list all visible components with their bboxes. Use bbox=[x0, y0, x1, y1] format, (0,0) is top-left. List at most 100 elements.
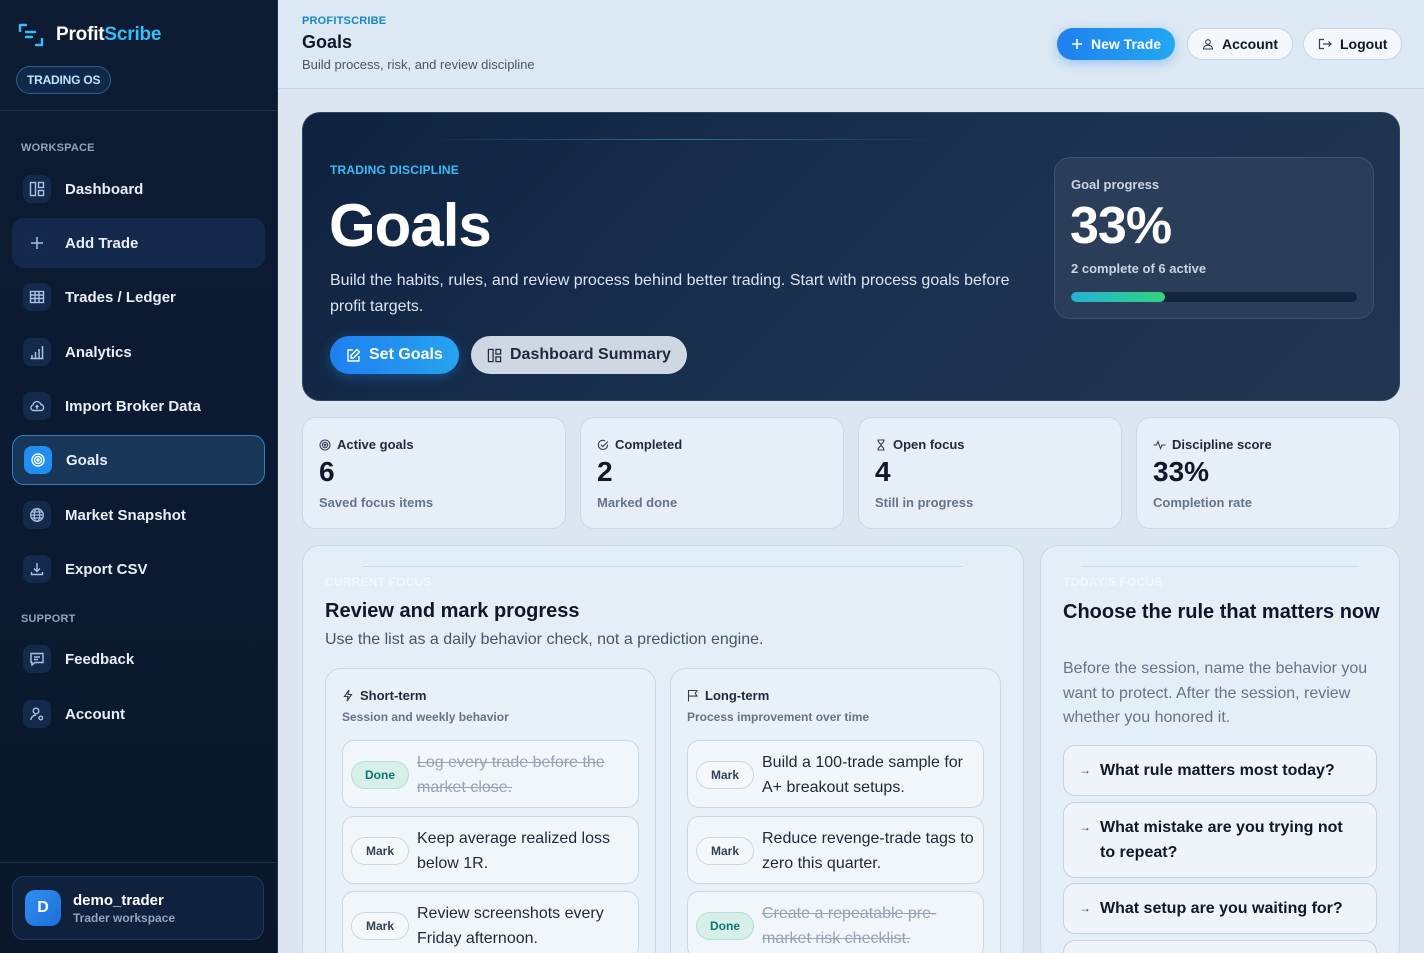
hero-description: Build the habits, rules, and review proc… bbox=[330, 272, 1010, 315]
todays-focus-kicker: TODAY'S FOCUS bbox=[1063, 575, 1163, 589]
sidebar-item-account[interactable]: Account bbox=[12, 689, 265, 739]
stat-value: 33% bbox=[1153, 456, 1210, 487]
goal-mark-button[interactable]: Mark bbox=[696, 761, 754, 789]
sidebar-divider bbox=[0, 862, 277, 863]
brand-logo-icon bbox=[18, 22, 44, 48]
sidebar-item-label: Import Broker Data bbox=[65, 397, 201, 415]
review-kicker: CURRENT FOCUS bbox=[325, 575, 432, 589]
goal-item: Done Log every trade before the market c… bbox=[342, 740, 639, 808]
stat-open-focus: Open focus 4 Still in progress bbox=[858, 417, 1122, 529]
sidebar-item-label: Export CSV bbox=[65, 560, 148, 578]
hourglass-icon bbox=[875, 438, 887, 451]
sidebar-item-goals[interactable]: Goals bbox=[12, 435, 265, 485]
goal-mark-button[interactable]: Mark bbox=[696, 837, 754, 865]
goal-item: Mark Keep average realized loss below 1R… bbox=[342, 816, 639, 884]
goal-text: Reduce revenge-trade tags to zero this q… bbox=[762, 830, 974, 872]
page-title: Goals bbox=[302, 32, 353, 52]
focus-prompt[interactable] bbox=[1063, 940, 1377, 953]
goal-progress-card: Goal progress 33% 2 complete of 6 active bbox=[1054, 157, 1374, 319]
section-workspace-label: WORKSPACE bbox=[21, 142, 95, 154]
goal-text: Keep average realized loss below 1R. bbox=[417, 830, 611, 872]
sidebar-item-analytics[interactable]: Analytics bbox=[12, 327, 265, 377]
focus-prompt[interactable]: → What mistake are you trying not to rep… bbox=[1063, 802, 1377, 878]
review-description: Use the list as a daily behavior check, … bbox=[325, 631, 764, 648]
account-label: Account bbox=[1222, 36, 1278, 52]
globe-icon bbox=[23, 501, 51, 529]
review-panel: CURRENT FOCUS Review and mark progress U… bbox=[302, 545, 1024, 953]
goal-done-button[interactable]: Done bbox=[351, 761, 409, 789]
sidebar-item-feedback[interactable]: Feedback bbox=[12, 634, 265, 684]
dashboard-summary-button[interactable]: Dashboard Summary bbox=[471, 336, 687, 374]
sidebar-item-market-snapshot[interactable]: Market Snapshot bbox=[12, 490, 265, 540]
user-subtitle: Trader workspace bbox=[73, 910, 176, 925]
user-icon bbox=[1202, 38, 1214, 50]
new-trade-label: New Trade bbox=[1091, 36, 1162, 52]
stat-value: 2 bbox=[597, 456, 613, 487]
sidebar-item-label: Market Snapshot bbox=[65, 506, 186, 524]
hero-panel: TRADING DISCIPLINE Goals Build the habit… bbox=[302, 112, 1400, 401]
stat-sub: Still in progress bbox=[875, 495, 974, 510]
flag-icon bbox=[687, 689, 699, 702]
account-button[interactable]: Account bbox=[1187, 28, 1293, 60]
logout-icon bbox=[1318, 38, 1332, 50]
user-card[interactable]: D demo_trader Trader workspace bbox=[12, 876, 264, 940]
breadcrumb: PROFITSCRIBE bbox=[302, 15, 387, 27]
stat-value: 6 bbox=[319, 456, 335, 487]
column-subtitle: Session and weekly behavior bbox=[342, 710, 509, 724]
set-goals-label: Set Goals bbox=[369, 346, 443, 363]
logout-label: Logout bbox=[1340, 36, 1388, 52]
cloud-upload-icon bbox=[23, 392, 51, 420]
sidebar-item-label: Dashboard bbox=[65, 180, 144, 198]
goal-progress-value: 33% bbox=[1070, 197, 1172, 255]
brand-name: ProfitScribe bbox=[56, 24, 162, 45]
todays-focus-title: Choose the rule that matters now bbox=[1063, 601, 1380, 623]
stat-completed: Completed 2 Marked done bbox=[580, 417, 844, 529]
sidebar-item-trades-ledger[interactable]: Trades / Ledger bbox=[12, 272, 265, 322]
goal-text: Log every trade before the market close. bbox=[417, 754, 605, 796]
panel-divider bbox=[363, 566, 963, 567]
sidebar-item-add-trade[interactable]: Add Trade bbox=[12, 218, 265, 268]
goal-done-button[interactable]: Done bbox=[696, 912, 754, 940]
edit-icon bbox=[346, 348, 361, 363]
goal-item: Mark Build a 100-trade sample for A+ bre… bbox=[687, 740, 984, 808]
focus-prompt[interactable]: → What setup are you waiting for? bbox=[1063, 883, 1377, 934]
target-icon bbox=[319, 438, 331, 451]
table-icon bbox=[23, 283, 51, 311]
sidebar-divider bbox=[0, 110, 277, 111]
goal-mark-button[interactable]: Mark bbox=[351, 837, 409, 865]
sidebar-item-label: Account bbox=[65, 705, 125, 723]
set-goals-button[interactable]: Set Goals bbox=[330, 336, 459, 374]
target-icon bbox=[24, 446, 52, 474]
goal-item: Done Create a repeatable pre-market risk… bbox=[687, 891, 984, 953]
focus-prompt-text: What mistake are you trying not to repea… bbox=[1100, 819, 1343, 861]
logout-button[interactable]: Logout bbox=[1303, 28, 1403, 60]
sidebar-item-export-csv[interactable]: Export CSV bbox=[12, 544, 265, 594]
message-icon bbox=[23, 645, 51, 673]
hero-title: Goals bbox=[329, 192, 492, 259]
arrow-right-icon: → bbox=[1079, 763, 1091, 777]
trading-os-badge: TRADING OS bbox=[16, 66, 112, 94]
sidebar-item-dashboard[interactable]: Dashboard bbox=[12, 164, 265, 214]
column-title: Long-term bbox=[705, 688, 770, 703]
stat-sub: Marked done bbox=[597, 495, 678, 510]
sidebar-item-import-broker-data[interactable]: Import Broker Data bbox=[12, 381, 265, 431]
goal-item: Mark Review screenshots every Friday aft… bbox=[342, 891, 639, 953]
stat-label: Active goals bbox=[337, 437, 414, 452]
stat-label: Open focus bbox=[893, 437, 965, 452]
focus-prompt-text: What rule matters most today? bbox=[1100, 762, 1335, 779]
new-trade-button[interactable]: New Trade bbox=[1057, 28, 1176, 60]
bar-chart-icon bbox=[23, 338, 51, 366]
sidebar-item-label: Goals bbox=[66, 451, 108, 469]
dashboard-summary-label: Dashboard Summary bbox=[510, 346, 671, 363]
focus-prompt[interactable]: → What rule matters most today? bbox=[1063, 745, 1377, 796]
goal-progress-fill bbox=[1071, 292, 1166, 302]
brand[interactable]: ProfitScribe bbox=[18, 22, 161, 48]
column-title: Short-term bbox=[360, 688, 427, 703]
lightning-icon bbox=[342, 689, 354, 702]
goal-mark-button[interactable]: Mark bbox=[351, 912, 409, 940]
dashboard-icon bbox=[23, 175, 51, 203]
todays-focus-panel: TODAY'S FOCUS Choose the rule that matte… bbox=[1040, 545, 1400, 953]
review-title: Review and mark progress bbox=[325, 600, 580, 622]
top-bar: PROFITSCRIBE Goals Build process, risk, … bbox=[278, 0, 1424, 89]
sidebar: ProfitScribe TRADING OS WORKSPACE Dashbo… bbox=[0, 0, 278, 953]
